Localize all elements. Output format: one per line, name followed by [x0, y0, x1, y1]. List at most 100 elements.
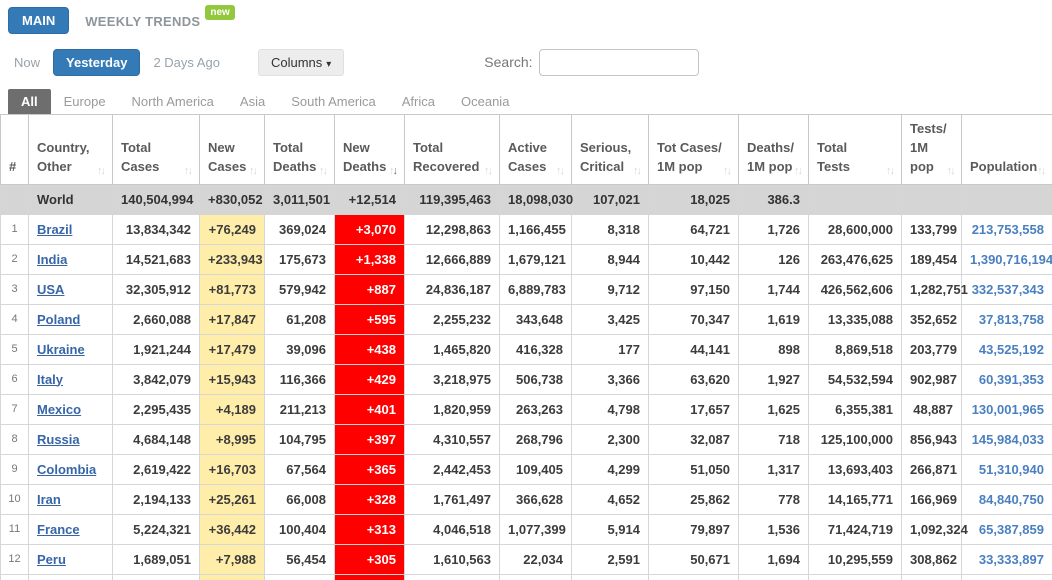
- country-cell[interactable]: Turkey: [28, 573, 113, 580]
- country-cell[interactable]: Colombia: [28, 453, 113, 485]
- value-cell-total-deaths: 35,320: [264, 573, 335, 580]
- value-cell-population[interactable]: 33,333,897: [961, 543, 1052, 575]
- value-cell-total-recovered: 3,218,975: [404, 363, 500, 395]
- col-header-deaths-per-1m[interactable]: Deaths/1M pop ↑↓: [738, 114, 809, 185]
- value-cell-total-recovered: 2,442,453: [404, 453, 500, 485]
- country-cell[interactable]: Ukraine: [28, 333, 113, 365]
- value-cell-total-recovered: 12,298,863: [404, 213, 500, 245]
- col-header-new-cases[interactable]: New Cases ↑↓: [199, 114, 265, 185]
- country-link[interactable]: Ukraine: [37, 342, 85, 357]
- value-cell-cases-per-1m: 25,862: [648, 483, 739, 515]
- country-link[interactable]: Peru: [37, 552, 66, 567]
- value-cell-total-recovered: 4,310,557: [404, 423, 500, 455]
- country-cell[interactable]: India: [28, 243, 113, 275]
- col-header-total-tests[interactable]: Total Tests ↑↓: [808, 114, 902, 185]
- columns-label: Columns: [270, 54, 323, 70]
- col-header-total-cases[interactable]: Total Cases ↑↓: [112, 114, 200, 185]
- continent-tab-asia[interactable]: Asia: [227, 89, 278, 114]
- country-cell[interactable]: Iran: [28, 483, 113, 515]
- country-cell[interactable]: France: [28, 513, 113, 545]
- col-header-label: Total Tests: [817, 139, 850, 174]
- col-header-tests-per-1m[interactable]: Tests/1M pop ↑↓: [901, 114, 962, 185]
- value-cell-serious-critical: 4,299: [571, 453, 649, 485]
- sort-icon: ↑↓: [319, 164, 328, 177]
- value-cell-population[interactable]: 332,537,343: [961, 273, 1052, 305]
- value-cell-new-deaths: +397: [334, 423, 405, 455]
- value-cell-total-recovered: 3,591,550: [404, 573, 500, 580]
- new-badge: new: [205, 5, 235, 20]
- yesterday-tab[interactable]: Yesterday: [53, 48, 141, 76]
- search-input[interactable]: [538, 48, 699, 76]
- col-header-cases-per-1m[interactable]: Tot Cases/1M pop ↑↓: [648, 114, 739, 185]
- table-row: 1 Brazil 13,834,342 +76,249 369,024 +3,070 12,…: [0, 213, 1052, 245]
- country-cell[interactable]: Italy: [28, 363, 113, 395]
- value-cell-tests-per-1m: 266,871: [901, 453, 962, 485]
- country-link[interactable]: Poland: [37, 312, 80, 327]
- columns-dropdown-button[interactable]: Columns ▾: [257, 48, 345, 76]
- country-cell[interactable]: Brazil: [28, 213, 113, 245]
- col-header-label: New Cases: [208, 139, 247, 174]
- country-cell[interactable]: Mexico: [28, 393, 113, 425]
- col-header-label: Total Recovered: [413, 139, 480, 174]
- covid-table: # Country, Other ↑↓ Total Cases ↑↓ New Cases ↑↓ To…: [0, 114, 1052, 580]
- value-cell-total-cases: 32,305,912: [112, 273, 200, 305]
- value-cell-population[interactable]: 130,001,965: [961, 393, 1052, 425]
- country-cell[interactable]: Poland: [28, 303, 113, 335]
- value-cell-population[interactable]: 43,525,192: [961, 333, 1052, 365]
- value-cell-population[interactable]: 84,840,750: [961, 483, 1052, 515]
- value-cell-population[interactable]: 1,390,716,194: [961, 243, 1052, 275]
- value-cell-population[interactable]: 65,387,859: [961, 513, 1052, 545]
- table-row: 10 Iran 2,194,133 +25,261 66,008 +328 1,761,49…: [0, 483, 1052, 515]
- two-days-ago-tab[interactable]: 2 Days Ago: [153, 55, 220, 70]
- sort-icon: ↑↓: [484, 164, 493, 177]
- value-cell-population[interactable]: 51,310,940: [961, 453, 1052, 485]
- main-tab-button[interactable]: MAIN: [8, 7, 70, 34]
- rank-cell: 8: [0, 423, 29, 455]
- value-cell-total-cases: 2,619,422: [112, 453, 200, 485]
- value-cell-serious-critical: 2,591: [571, 543, 649, 575]
- weekly-trends-tab[interactable]: WEEKLY TRENDS: [85, 14, 200, 29]
- value-cell-population[interactable]: 85,055,316: [961, 573, 1052, 580]
- country-link[interactable]: Iran: [37, 492, 61, 507]
- continent-tab-all[interactable]: All: [8, 89, 51, 114]
- value-cell-active-cases: 416,328: [499, 333, 572, 365]
- value-cell-new-cases: +4,189: [199, 393, 265, 425]
- value-cell-total-recovered: 1,761,497: [404, 483, 500, 515]
- col-header-serious-critical[interactable]: Serious, Critical ↑↓: [571, 114, 649, 185]
- continent-tab-europe[interactable]: Europe: [51, 89, 119, 114]
- col-header-new-deaths[interactable]: New Deaths ↑↓: [334, 114, 405, 185]
- value-cell-population[interactable]: 37,813,758: [961, 303, 1052, 335]
- continent-tab-south-america[interactable]: South America: [278, 89, 389, 114]
- country-link[interactable]: Italy: [37, 372, 63, 387]
- sort-icon: ↑↓: [249, 164, 258, 177]
- value-cell-active-cases: 506,738: [499, 363, 572, 395]
- value-cell-tests-per-1m: 133,799: [901, 213, 962, 245]
- value-cell-new-deaths: +595: [334, 303, 405, 335]
- country-cell[interactable]: Peru: [28, 543, 113, 575]
- col-header-active-cases[interactable]: Active Cases ↑↓: [499, 114, 572, 185]
- col-header-country-other[interactable]: Country, Other ↑↓: [28, 114, 113, 185]
- value-cell-population[interactable]: 213,753,558: [961, 213, 1052, 245]
- country-link[interactable]: Russia: [37, 432, 80, 447]
- value-cell-population[interactable]: 60,391,353: [961, 363, 1052, 395]
- continent-tab-africa[interactable]: Africa: [389, 89, 448, 114]
- value-cell-new-deaths: +401: [334, 393, 405, 425]
- country-link[interactable]: France: [37, 522, 80, 537]
- continent-tab-oceania[interactable]: Oceania: [448, 89, 522, 114]
- col-header-population[interactable]: Population ↑↓: [961, 114, 1052, 185]
- col-header-total-recovered[interactable]: Total Recovered ↑↓: [404, 114, 500, 185]
- country-link[interactable]: Mexico: [37, 402, 81, 417]
- country-link[interactable]: Colombia: [37, 462, 96, 477]
- country-cell[interactable]: Russia: [28, 423, 113, 455]
- country-link[interactable]: India: [37, 252, 67, 267]
- value-cell-new-deaths: +365: [334, 453, 405, 485]
- country-cell[interactable]: USA: [28, 273, 113, 305]
- value-cell-total-tests: 54,532,594: [808, 363, 902, 395]
- value-cell-new-deaths: +438: [334, 333, 405, 365]
- country-link[interactable]: USA: [37, 282, 64, 297]
- col-header-total-deaths[interactable]: Total Deaths ↑↓: [264, 114, 335, 185]
- now-tab[interactable]: Now: [14, 55, 40, 70]
- continent-tab-north-america[interactable]: North America: [119, 89, 227, 114]
- country-link[interactable]: Brazil: [37, 222, 72, 237]
- value-cell-population[interactable]: 145,984,033: [961, 423, 1052, 455]
